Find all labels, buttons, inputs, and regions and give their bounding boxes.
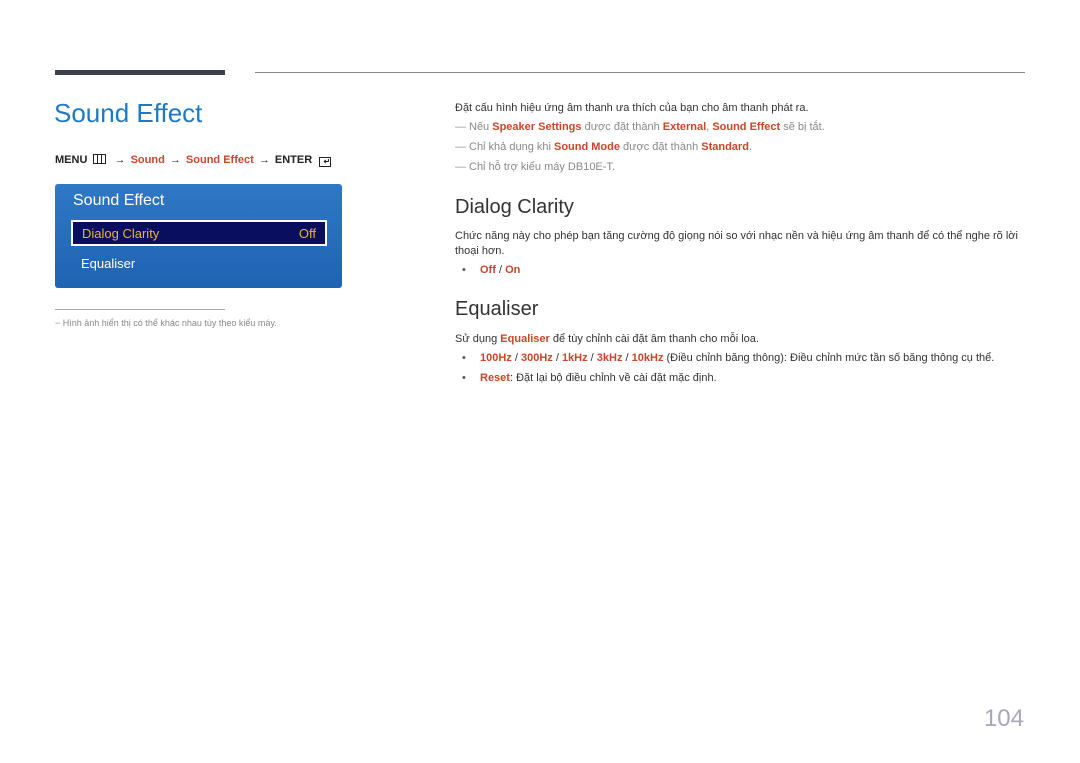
- dialog-clarity-options: • Off / On: [462, 264, 520, 276]
- note-highlight: Speaker Settings: [492, 121, 582, 133]
- note-highlight: Sound Effect: [712, 121, 781, 133]
- note-text: .: [748, 141, 752, 153]
- bullet-icon: •: [462, 264, 466, 276]
- note-highlight: Sound Mode: [554, 141, 620, 153]
- separator: /: [587, 352, 597, 364]
- equaliser-bands-item: • 100Hz / 300Hz / 1kHz / 3kHz / 10kHz (Đi…: [462, 352, 994, 364]
- section-heading-dialog-clarity: Dialog Clarity: [455, 196, 574, 218]
- intro-text: Đặt cấu hình hiệu ứng âm thanh ưa thích …: [455, 102, 809, 114]
- arrow: →: [114, 154, 126, 166]
- footnote-divider: [55, 309, 225, 310]
- band-label: 10kHz: [631, 352, 664, 364]
- note-dash-icon: —: [455, 141, 466, 153]
- note-dash-icon: —: [455, 121, 466, 133]
- separator: /: [622, 352, 632, 364]
- menu-step-sound: Sound: [130, 154, 165, 166]
- bullet-icon: •: [462, 352, 466, 364]
- note-text: Chỉ khả dụng khi: [469, 141, 554, 153]
- enter-label: ENTER: [274, 154, 313, 166]
- note-text: Chỉ hỗ trợ kiểu máy DB10E-T.: [469, 161, 615, 173]
- page-number: 104: [983, 705, 1024, 732]
- bands-description: (Điều chỉnh băng thông): Điều chỉnh mức …: [663, 352, 995, 364]
- enter-icon: ↵: [319, 157, 332, 167]
- note-dash-icon: —: [455, 161, 466, 173]
- osd-menu-panel: Sound Effect Dialog Clarity Off Equalise…: [55, 184, 342, 288]
- band-label: 300Hz: [520, 352, 553, 364]
- note-text: sẽ bị tắt.: [780, 121, 825, 133]
- band-label: 3kHz: [596, 352, 623, 364]
- menu-path: MENU → Sound → Sound Effect → ENTER ↵: [55, 154, 332, 167]
- band-label: 100Hz: [480, 352, 512, 364]
- menu-grid-icon: [93, 154, 107, 164]
- page-title: Sound Effect: [54, 98, 203, 128]
- band-label: 1kHz: [561, 352, 588, 364]
- reset-description: : Đặt lại bộ điều chỉnh về cài đặt mặc đ…: [509, 372, 717, 384]
- osd-title: Sound Effect: [73, 192, 165, 209]
- arrow: →: [258, 154, 270, 166]
- note-text: Nếu: [469, 121, 493, 133]
- bullet-icon: •: [462, 372, 466, 384]
- menu-label: MENU: [55, 154, 88, 166]
- osd-item-dialog-clarity[interactable]: Dialog Clarity Off: [71, 220, 327, 246]
- equaliser-reset-item: • Reset: Đặt lại bộ điều chỉnh về cài đặt…: [462, 372, 717, 384]
- note-sound-mode: — Chỉ khả dụng khi Sound Mode được đặt th…: [455, 141, 752, 153]
- header-rule: [255, 72, 1025, 73]
- dialog-clarity-description: Chức năng này cho phép bạn tăng cường độ…: [455, 230, 1018, 257]
- highlight: Equaliser: [500, 333, 550, 345]
- equaliser-description: Sử dụng Equaliser để tùy chỉnh cài đặt â…: [455, 332, 1025, 347]
- separator: /: [552, 352, 562, 364]
- separator: /: [495, 264, 506, 276]
- note-text: được đặt thành: [581, 121, 663, 133]
- section-heading-equaliser: Equaliser: [455, 298, 539, 320]
- option-off: Off: [480, 264, 496, 276]
- text: Sử dụng: [455, 333, 501, 345]
- note-highlight: Standard: [701, 141, 749, 153]
- arrow: →: [169, 154, 181, 166]
- osd-item-label: Dialog Clarity: [82, 226, 160, 241]
- note-highlight: External: [662, 121, 707, 133]
- header-accent-bar: [55, 70, 225, 75]
- note-speaker-settings: — Nếu Speaker Settings được đặt thành Ext…: [455, 121, 825, 133]
- option-on: On: [505, 264, 521, 276]
- note-text: được đặt thành: [620, 141, 702, 153]
- osd-item-value: Off: [298, 226, 316, 241]
- osd-item-equaliser[interactable]: Equaliser: [81, 256, 135, 271]
- footnote: − Hình ảnh hiển thị có thể khác nhau tùy…: [55, 318, 277, 328]
- text: để tùy chỉnh cài đặt âm thanh cho mỗi lo…: [549, 333, 759, 345]
- separator: /: [511, 352, 521, 364]
- note-model-support: — Chỉ hỗ trợ kiểu máy DB10E-T.: [455, 161, 615, 173]
- menu-step-sound-effect: Sound Effect: [185, 154, 254, 166]
- reset-label: Reset: [480, 372, 510, 384]
